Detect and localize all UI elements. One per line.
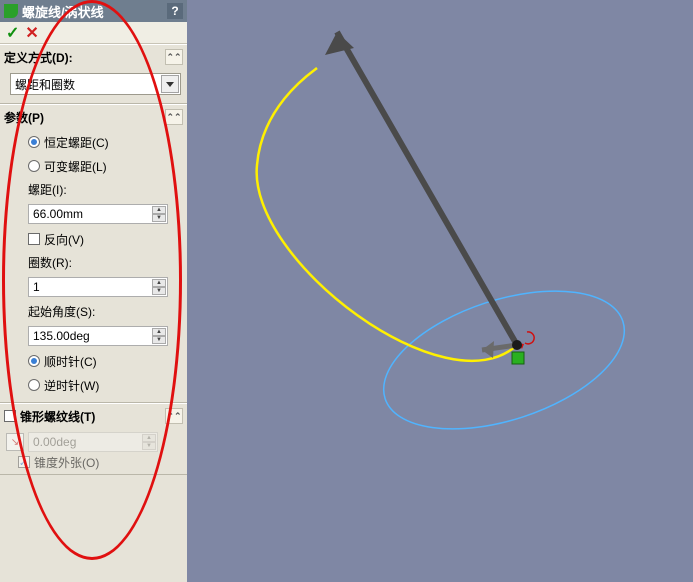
direction-indicator-icon [525, 332, 534, 344]
ok-cancel-bar: ✓ ✕ [0, 22, 187, 44]
checkbox-icon [18, 456, 30, 468]
checkbox-label: 反向(V) [44, 231, 84, 248]
taper-outward-checkbox: 锥度外张(O) [0, 456, 187, 474]
dropdown-arrow-icon[interactable] [161, 75, 179, 93]
input-value: 0.00deg [33, 435, 76, 449]
feature-title: 螺旋线/涡状线 [22, 2, 163, 21]
radio-icon [28, 136, 40, 148]
base-circle-preview [367, 264, 642, 455]
spinner[interactable]: ▲▼ [152, 206, 166, 222]
start-angle-input[interactable]: 135.00deg ▲▼ [28, 326, 168, 346]
collapse-icon[interactable]: ⌃⌃ [165, 109, 183, 125]
section-header-defined-by[interactable]: 定义方式(D): ⌃⌃ [0, 45, 187, 69]
property-manager-panel: 螺旋线/涡状线 ? ✓ ✕ 定义方式(D): ⌃⌃ 螺距和圈数 参数(P) ⌃⌃… [0, 0, 187, 582]
revolutions-label: 圈数(R): [10, 254, 181, 271]
section-defined-by: 定义方式(D): ⌃⌃ 螺距和圈数 [0, 44, 187, 104]
spinner[interactable]: ▲▼ [152, 279, 166, 295]
section-parameters: 参数(P) ⌃⌃ 恒定螺距(C) 可变螺距(L) 螺距(I): 66.00mm … [0, 104, 187, 403]
pitch-input[interactable]: 66.00mm ▲▼ [28, 204, 168, 224]
spinner: ▲▼ [142, 434, 156, 450]
helix-icon [4, 4, 18, 18]
section-label: 定义方式(D): [4, 49, 73, 66]
start-angle-label: 起始角度(S): [10, 303, 181, 320]
checkbox-label: 锥度外张(O) [34, 454, 99, 471]
taper-angle-icon: ↘ [6, 433, 24, 451]
section-header-parameters[interactable]: 参数(P) ⌃⌃ [0, 105, 187, 129]
radio-label: 逆时针(W) [44, 377, 99, 394]
helix-preview-curve [257, 68, 517, 361]
radial-arrow-head [482, 341, 494, 358]
section-taper: 锥形螺纹线(T) ⌃⌃ ↘ 0.00deg ▲▼ 锥度外张(O) [0, 403, 187, 475]
radio-label: 恒定螺距(C) [44, 134, 109, 151]
input-value: 1 [33, 280, 40, 294]
radio-counterclockwise[interactable]: 逆时针(W) [10, 376, 181, 394]
section-header-taper[interactable]: 锥形螺纹线(T) ⌃⌃ [0, 404, 187, 428]
dropdown-value: 螺距和圈数 [15, 76, 75, 93]
revolutions-input[interactable]: 1 ▲▼ [28, 277, 168, 297]
radio-constant-pitch[interactable]: 恒定螺距(C) [10, 133, 181, 151]
taper-angle-input: 0.00deg ▲▼ [28, 432, 158, 452]
collapse-icon[interactable]: ⌃⌃ [165, 49, 183, 65]
radio-icon [28, 355, 40, 367]
defined-by-dropdown[interactable]: 螺距和圈数 [10, 73, 181, 95]
radio-variable-pitch[interactable]: 可变螺距(L) [10, 157, 181, 175]
radio-clockwise[interactable]: 顺时针(C) [10, 352, 181, 370]
section-label: 锥形螺纹线(T) [20, 408, 95, 425]
taper-enable-checkbox[interactable] [4, 410, 16, 422]
section-label: 参数(P) [4, 109, 44, 126]
collapse-icon[interactable]: ⌃⌃ [165, 408, 183, 424]
radio-label: 顺时针(C) [44, 353, 97, 370]
pitch-label: 螺距(I): [10, 181, 181, 198]
help-button[interactable]: ? [167, 3, 183, 19]
start-marker-icon [512, 352, 524, 364]
ok-button[interactable]: ✓ [6, 23, 19, 43]
checkbox-icon [28, 233, 40, 245]
reverse-checkbox[interactable]: 反向(V) [10, 230, 181, 248]
radio-label: 可变螺距(L) [44, 158, 107, 175]
axis-arrow-shaft[interactable] [337, 32, 517, 345]
radio-icon [28, 160, 40, 172]
input-value: 66.00mm [33, 207, 83, 221]
titlebar: 螺旋线/涡状线 ? [0, 0, 187, 22]
graphics-viewport[interactable] [187, 0, 693, 582]
viewport-canvas [187, 0, 693, 582]
radio-icon [28, 379, 40, 391]
start-point[interactable] [512, 340, 522, 350]
spinner[interactable]: ▲▼ [152, 328, 166, 344]
taper-body: ↘ 0.00deg ▲▼ [0, 428, 187, 456]
input-value: 135.00deg [33, 329, 90, 343]
cancel-button[interactable]: ✕ [25, 23, 38, 43]
